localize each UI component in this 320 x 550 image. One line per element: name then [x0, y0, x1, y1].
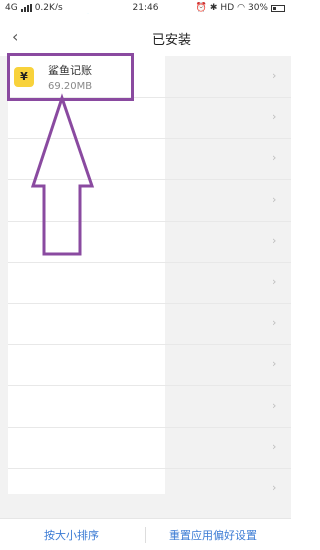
sort-by-size-button[interactable]: 按大小排序 — [44, 527, 99, 543]
bottom-bar: 按大小排序 重置应用偏好设置 — [0, 518, 291, 550]
reset-app-preferences-button[interactable]: 重置应用偏好设置 — [169, 527, 257, 543]
up-arrow-annotation — [30, 93, 95, 256]
bottom-divider — [145, 527, 146, 543]
